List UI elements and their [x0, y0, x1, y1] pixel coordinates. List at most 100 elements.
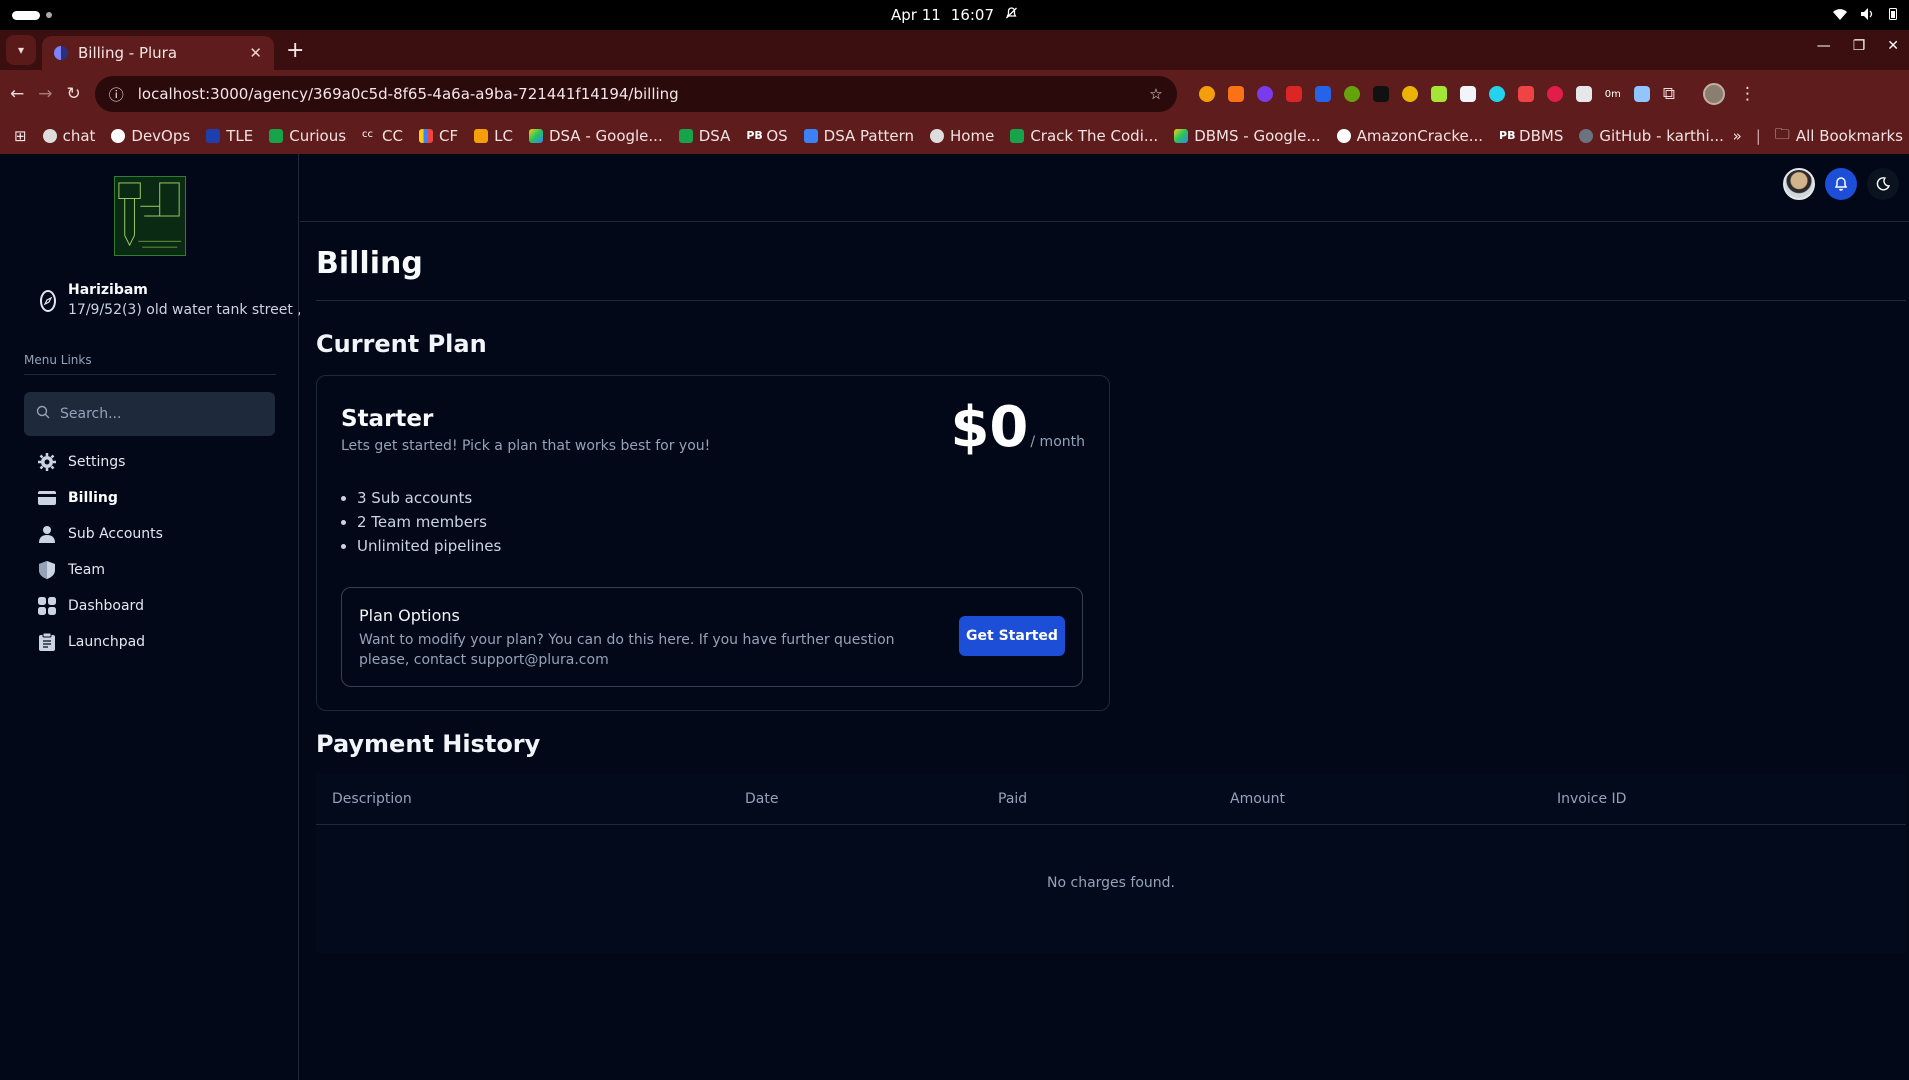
extension-icon[interactable]	[1517, 86, 1534, 102]
sidebar-nav: Settings Billing Sub Accounts Team Dashb…	[38, 444, 163, 660]
os-time: 16:07	[950, 6, 995, 24]
bookmark-item[interactable]: DSA - Google...	[528, 127, 663, 145]
logo-sketch-icon	[118, 182, 182, 248]
plan-options-box: Plan Options Want to modify your plan? Y…	[341, 587, 1083, 687]
forward-arrow-icon[interactable]: →	[38, 84, 52, 104]
close-window-icon[interactable]: ✕	[1887, 38, 1899, 54]
agency-info[interactable]: Harizibam 17/9/52(3) old water tank stre…	[40, 282, 300, 318]
bookmark-label: DSA	[698, 127, 731, 145]
all-bookmarks-button[interactable]: 🗀 All Bookmarks	[1775, 124, 1903, 149]
sidebar-search[interactable]	[24, 392, 275, 436]
apps-grid-icon[interactable]: ⊞	[14, 127, 27, 145]
browser-tab-active[interactable]: Billing - Plura ✕	[42, 36, 274, 70]
user-avatar[interactable]	[1783, 168, 1815, 200]
bookmark-item[interactable]: GitHub - karthi...	[1579, 127, 1724, 145]
restore-icon[interactable]: ❐	[1853, 38, 1866, 54]
address-url[interactable]: localhost:3000/agency/369a0c5d-8f65-4a6a…	[138, 85, 1136, 103]
sidebar-item-dashboard[interactable]: Dashboard	[38, 588, 163, 624]
workspace-indicator[interactable]	[12, 10, 52, 20]
extension-badge[interactable]: 0m	[1605, 89, 1621, 100]
bookmark-item[interactable]: DBMS - Google...	[1174, 127, 1321, 145]
extension-icon[interactable]	[1227, 86, 1244, 102]
bookmark-label: DBMS	[1519, 127, 1564, 145]
bookmark-label: chat	[62, 127, 96, 145]
search-input[interactable]	[60, 406, 260, 422]
sidebar-item-launchpad[interactable]: Launchpad	[38, 624, 163, 660]
bookmark-item[interactable]: DSA	[678, 127, 731, 145]
bookmark-favicon-icon	[206, 129, 221, 143]
sidebar-item-label: Sub Accounts	[68, 526, 163, 542]
bookmark-item[interactable]: Crack The Codi...	[1010, 127, 1158, 145]
sheets-icon	[678, 129, 693, 143]
sidebar-item-label: Dashboard	[68, 598, 144, 614]
sheets-icon	[1010, 129, 1025, 143]
sidebar-item-label: Settings	[68, 454, 126, 470]
extension-icon[interactable]	[1343, 86, 1360, 102]
bookmark-item[interactable]: DevOps	[111, 127, 190, 145]
bookmark-label: GitHub - karthi...	[1599, 127, 1724, 145]
shield-icon	[38, 561, 56, 579]
extension-icon[interactable]	[1372, 86, 1389, 102]
bookmarks-overflow: » | 🗀 All Bookmarks	[1722, 118, 1903, 154]
os-date: Apr 11	[890, 6, 941, 24]
search-icon	[36, 405, 50, 423]
extension-icon[interactable]	[1285, 86, 1302, 102]
sidebar-item-sub-accounts[interactable]: Sub Accounts	[38, 516, 163, 552]
bell-icon	[1834, 177, 1848, 191]
extension-icon[interactable]	[1430, 86, 1447, 102]
theme-toggle-button[interactable]	[1867, 168, 1899, 200]
new-tab-button[interactable]: +	[286, 38, 304, 63]
bookmark-item[interactable]: cc CC	[362, 127, 403, 145]
bookmark-item[interactable]: Home	[930, 127, 994, 145]
header-actions	[1783, 168, 1899, 200]
extension-icon[interactable]	[1546, 86, 1563, 102]
bookmark-item[interactable]: PB DBMS	[1499, 127, 1563, 145]
bookmark-item[interactable]: TLE	[206, 127, 253, 145]
bookmark-item[interactable]: PB OS	[746, 127, 787, 145]
extension-icon[interactable]	[1488, 86, 1505, 102]
address-bar[interactable]: ⓘ localhost:3000/agency/369a0c5d-8f65-4a…	[94, 76, 1177, 112]
bookmark-star-icon[interactable]: ☆	[1149, 85, 1162, 103]
column-header: Paid	[998, 791, 1028, 807]
sidebar-item-billing[interactable]: Billing	[38, 480, 163, 516]
chevron-down-icon: ▾	[17, 43, 25, 57]
extension-icon[interactable]	[1401, 86, 1418, 102]
bookmark-item[interactable]: DSA Pattern	[803, 127, 914, 145]
back-arrow-icon[interactable]: ←	[10, 84, 24, 104]
tab-search-button[interactable]: ▾	[6, 35, 36, 65]
extension-icon[interactable]	[1198, 86, 1215, 102]
drive-icon	[528, 129, 543, 143]
extension-icon[interactable]	[1256, 86, 1273, 102]
plan-feature: Unlimited pipelines	[357, 537, 501, 561]
bookmark-item[interactable]: LC	[474, 127, 513, 145]
reload-icon[interactable]: ↻	[67, 84, 81, 104]
extension-icon[interactable]	[1459, 86, 1476, 102]
bookmark-item[interactable]: AmazonCracke...	[1336, 127, 1483, 145]
extension-icon[interactable]	[1314, 86, 1331, 102]
notifications-button[interactable]	[1825, 168, 1857, 200]
site-info-icon[interactable]: ⓘ	[109, 84, 124, 105]
extensions-puzzle-icon[interactable]: ⧉	[1663, 84, 1675, 104]
close-tab-icon[interactable]: ✕	[249, 44, 262, 62]
bookmark-item[interactable]: Curious	[269, 127, 346, 145]
chrome-menu-icon[interactable]: ⋮	[1739, 84, 1756, 104]
bookmark-label: CF	[439, 127, 459, 145]
extension-icon[interactable]	[1633, 86, 1650, 102]
column-header: Date	[745, 791, 779, 807]
os-clock[interactable]: Apr 11 16:07	[891, 6, 1018, 24]
profile-avatar[interactable]	[1703, 83, 1725, 105]
drive-icon	[1174, 129, 1189, 143]
sidebar-item-team[interactable]: Team	[38, 552, 163, 588]
bookmark-label: CC	[382, 127, 403, 145]
system-tray[interactable]	[1833, 6, 1897, 24]
grid-icon	[38, 597, 56, 615]
bookmark-item[interactable]: chat	[42, 127, 96, 145]
table-header: Description Date Paid Amount Invoice ID	[316, 773, 1906, 825]
sidebar-item-settings[interactable]: Settings	[38, 444, 163, 480]
extension-icon[interactable]	[1575, 86, 1592, 102]
bookmark-item[interactable]: CF	[419, 127, 458, 145]
minimize-icon[interactable]: —	[1817, 38, 1831, 54]
volume-icon	[1861, 6, 1875, 24]
chevron-right-double-icon[interactable]: »	[1733, 127, 1742, 145]
get-started-button[interactable]: Get Started	[959, 616, 1065, 656]
